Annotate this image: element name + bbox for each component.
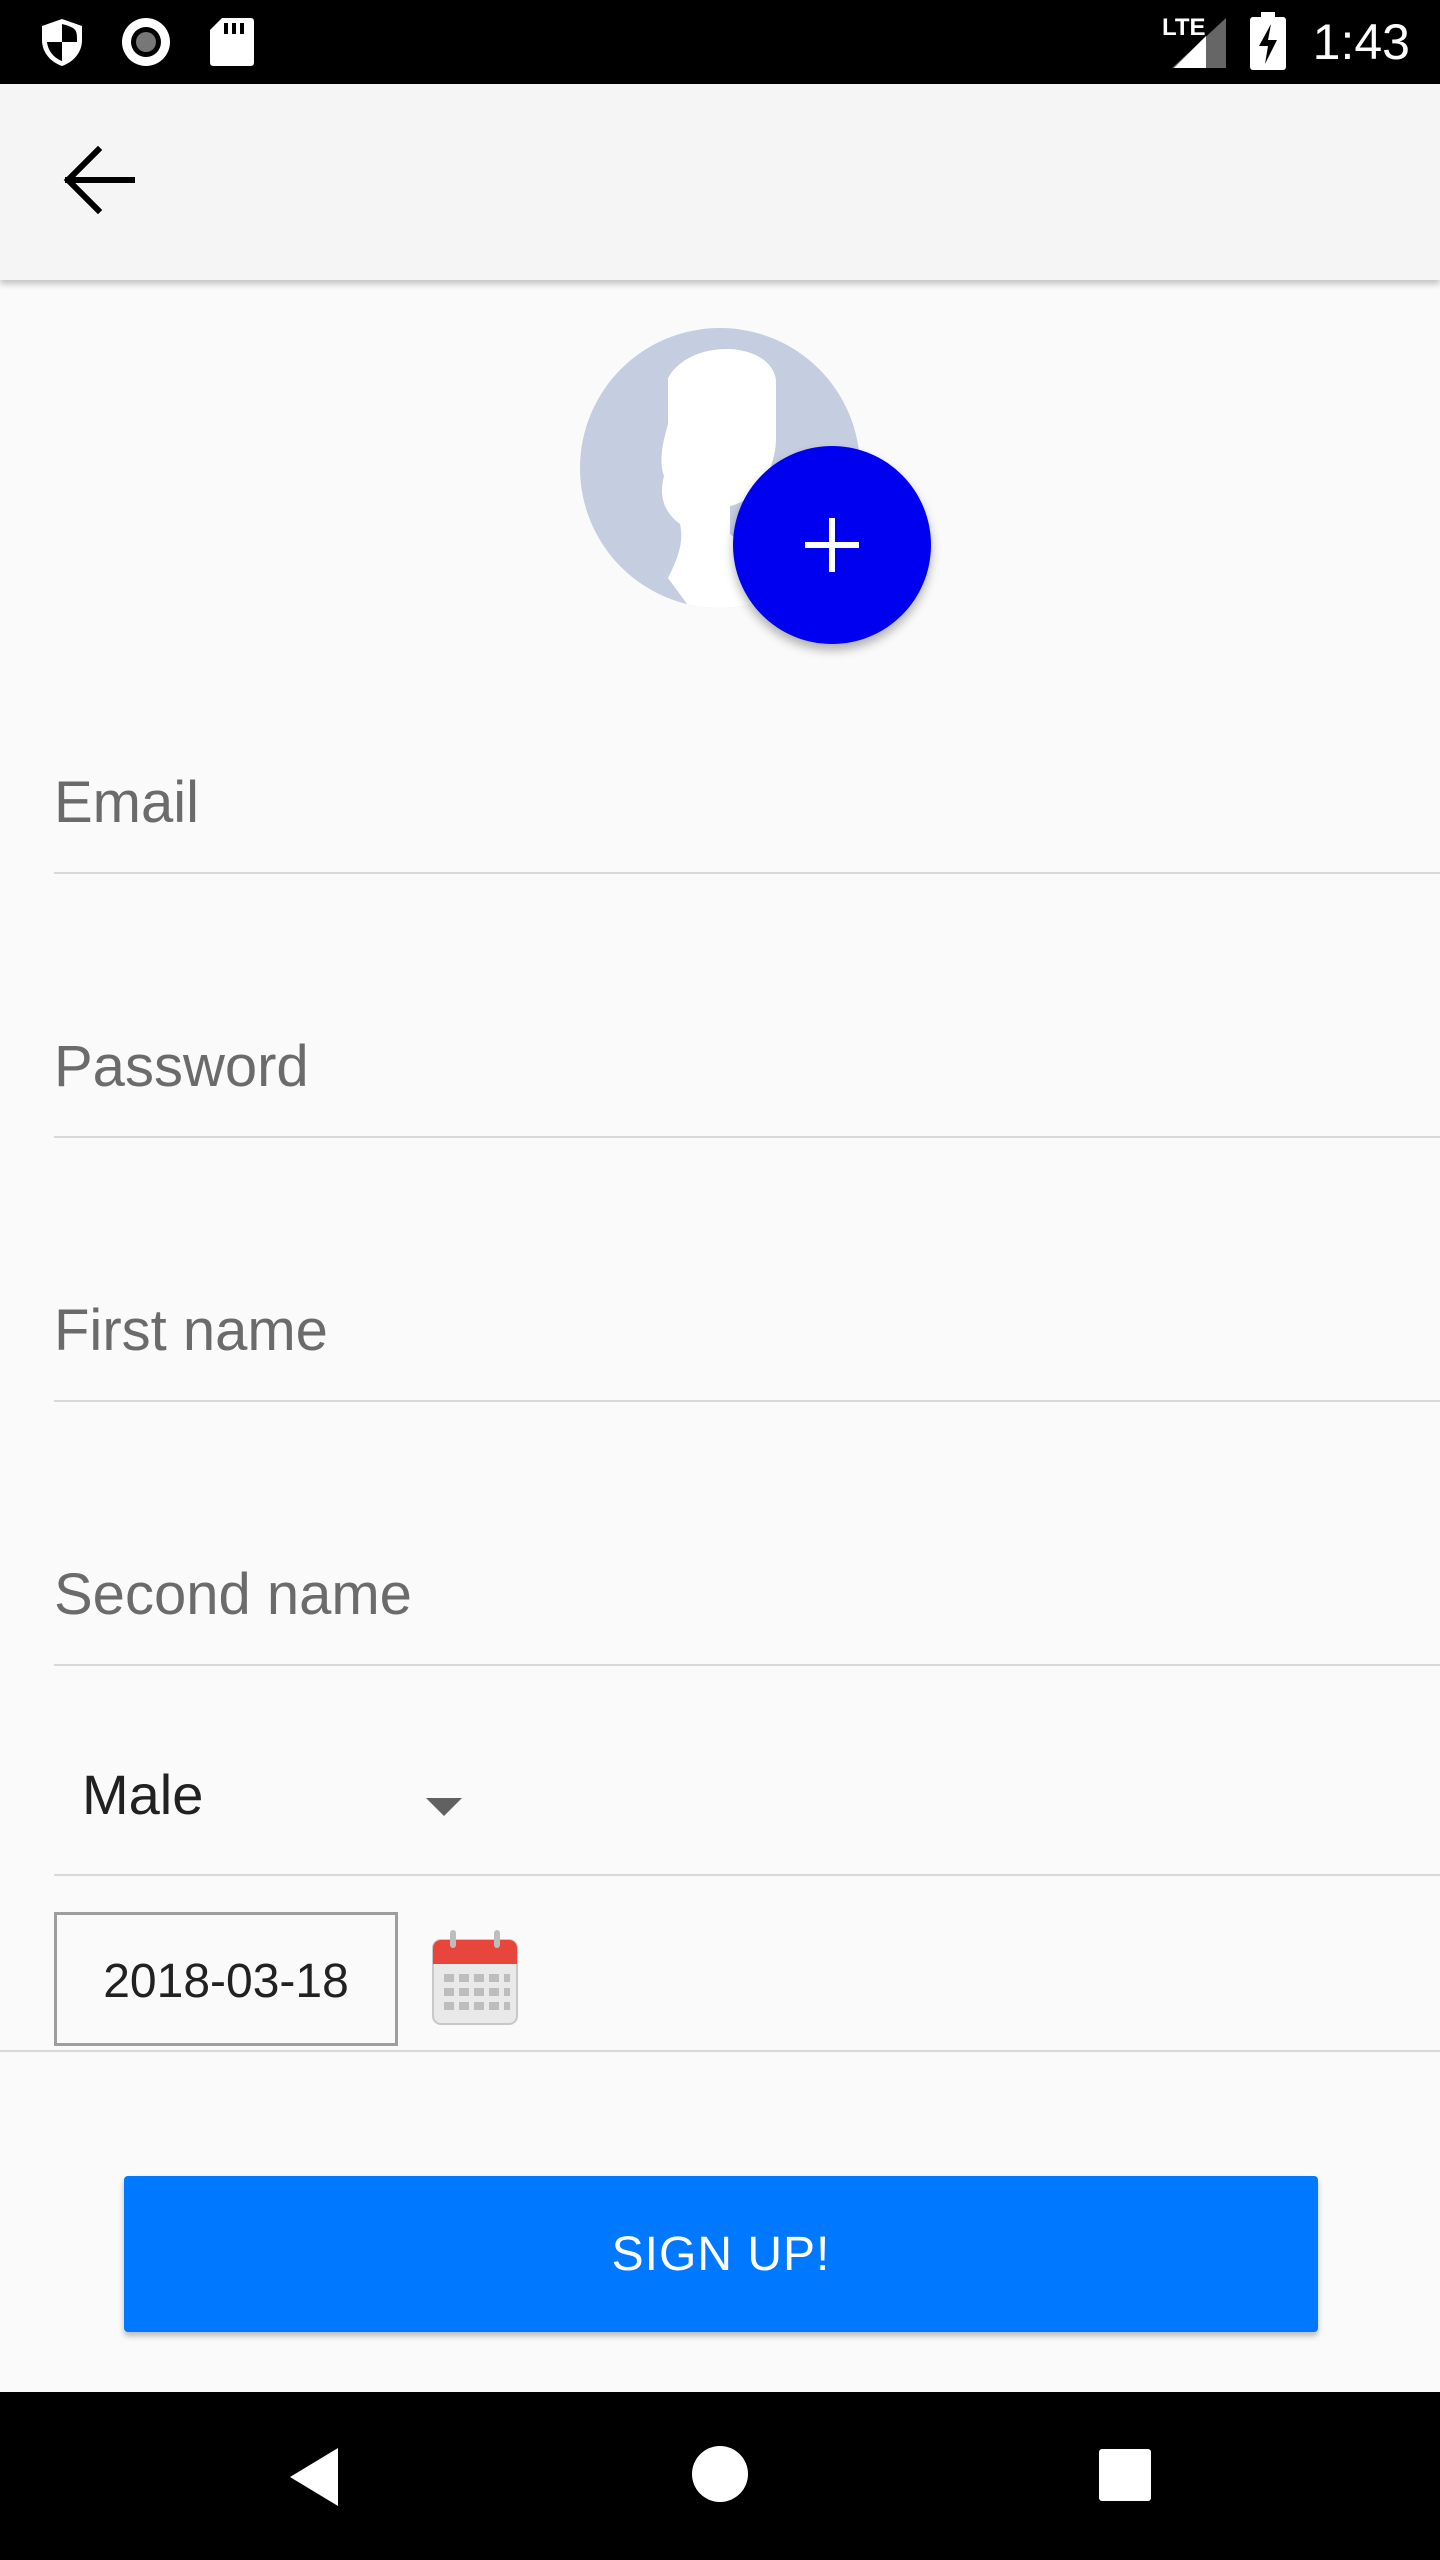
email-input[interactable]: [54, 769, 1440, 836]
dropdown-arrow-icon: [426, 1798, 462, 1816]
calendar-icon[interactable]: [430, 1928, 520, 2028]
sign-up-button[interactable]: SIGN UP!: [124, 2176, 1318, 2332]
clock: 1:43: [1312, 14, 1410, 70]
sd-card-icon: [210, 18, 254, 66]
password-field: [54, 1016, 1440, 1138]
status-bar: LTE 1:43: [0, 0, 1440, 84]
back-triangle-icon[interactable]: [286, 2446, 342, 2508]
add-photo-button[interactable]: [733, 446, 931, 644]
shield-icon: [42, 19, 82, 66]
gender-value: Male: [82, 1763, 204, 1826]
app-bar: [0, 84, 1440, 280]
signal-icon: [1172, 18, 1226, 68]
birth-date-field[interactable]: 2018-03-18: [54, 1912, 398, 2046]
password-input[interactable]: [54, 1033, 1440, 1100]
back-button[interactable]: [50, 130, 150, 230]
first-name-field: [54, 1280, 1440, 1402]
battery-charging-icon: [1250, 12, 1286, 70]
plus-icon: [805, 518, 859, 572]
second-name-input[interactable]: [54, 1561, 1440, 1628]
arrow-back-icon: [63, 145, 135, 215]
first-name-input[interactable]: [54, 1297, 1440, 1364]
second-name-field: [54, 1544, 1440, 1666]
recents-square-icon[interactable]: [1098, 2448, 1152, 2502]
email-field: [54, 752, 1440, 874]
record-icon: [122, 18, 170, 66]
navigation-bar: [0, 2392, 1440, 2560]
gender-dropdown[interactable]: Male: [54, 1720, 1440, 1876]
home-circle-icon[interactable]: [690, 2444, 750, 2504]
